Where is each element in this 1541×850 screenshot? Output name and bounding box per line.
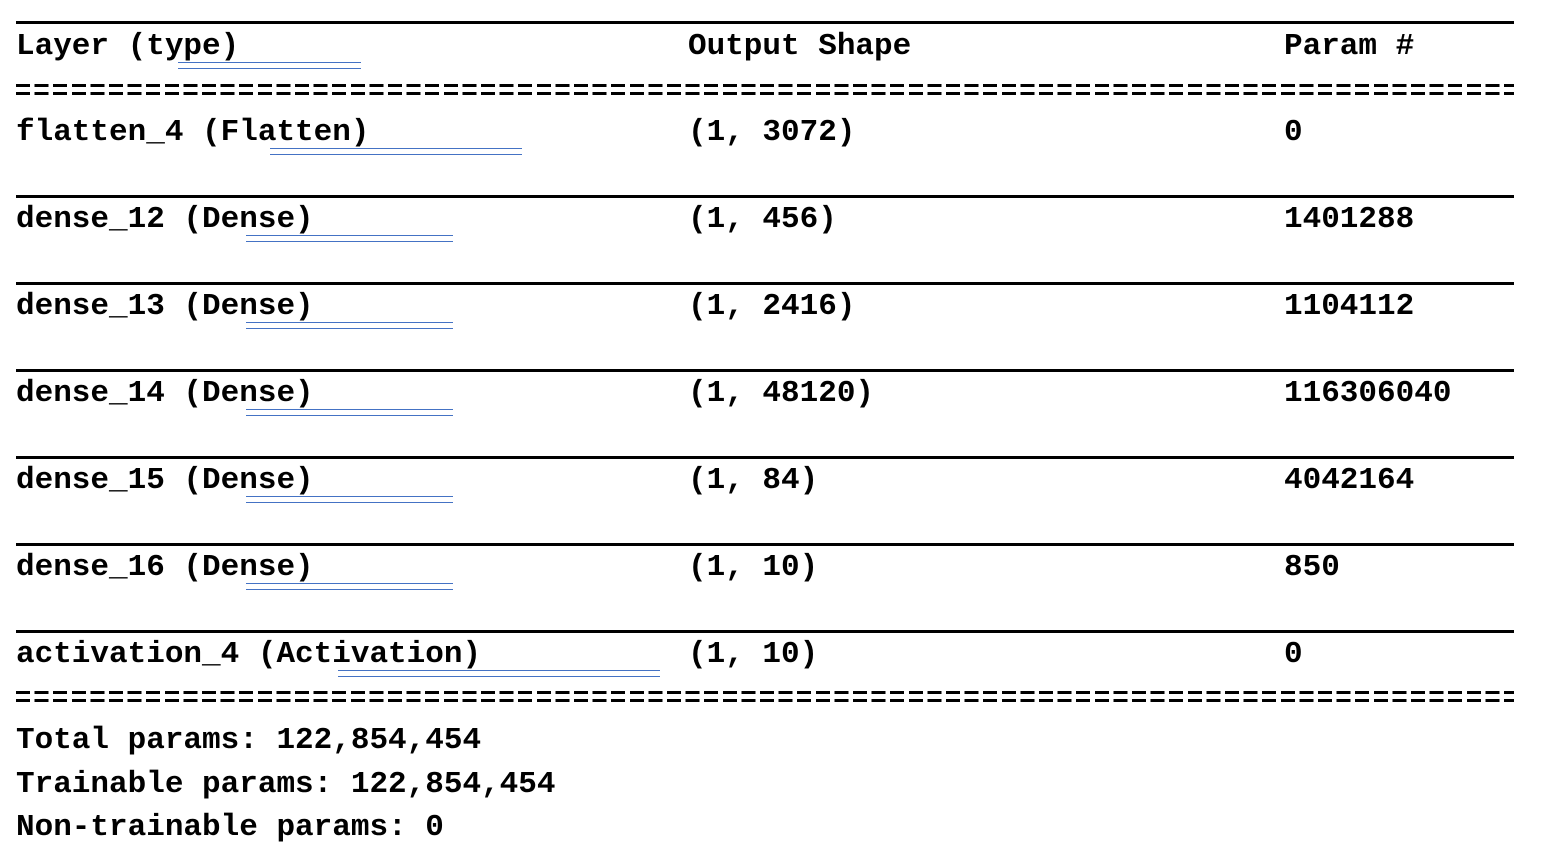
param-count: 850 bbox=[1284, 550, 1340, 585]
top-rule bbox=[16, 21, 1514, 24]
output-shape: (1, 3072) bbox=[688, 115, 856, 150]
param-count: 4042164 bbox=[1284, 463, 1415, 498]
output-shape: (1, 10) bbox=[688, 550, 819, 585]
layer-name: dense_16 (Dense) bbox=[16, 550, 314, 585]
spellcheck-underline bbox=[246, 583, 453, 590]
spellcheck-underline bbox=[246, 496, 453, 503]
param-count: 0 bbox=[1284, 115, 1303, 150]
spellcheck-underline bbox=[270, 148, 522, 155]
row-divider bbox=[16, 456, 1514, 459]
double-rule-bottom bbox=[16, 691, 1514, 694]
layer-name: dense_12 (Dense) bbox=[16, 202, 314, 237]
spellcheck-underline bbox=[246, 409, 453, 416]
output-shape: (1, 10) bbox=[688, 637, 819, 672]
spellcheck-underline bbox=[246, 235, 453, 242]
spellcheck-underline bbox=[178, 62, 361, 69]
spellcheck-underline bbox=[246, 322, 453, 329]
row-divider bbox=[16, 369, 1514, 372]
param-count: 1401288 bbox=[1284, 202, 1415, 237]
param-count: 0 bbox=[1284, 637, 1303, 672]
double-rule-top bbox=[16, 84, 1514, 87]
output-shape: (1, 84) bbox=[688, 463, 819, 498]
header-layer-type: Layer (type) bbox=[16, 29, 240, 64]
output-shape: (1, 2416) bbox=[688, 289, 856, 324]
total-params: Total params: 122,854,454 bbox=[16, 723, 482, 758]
spellcheck-underline bbox=[338, 670, 660, 677]
layer-name: dense_15 (Dense) bbox=[16, 463, 314, 498]
header-output-shape: Output Shape bbox=[688, 29, 912, 64]
row-divider bbox=[16, 543, 1514, 546]
trainable-params: Trainable params: 122,854,454 bbox=[16, 767, 556, 802]
layer-name: activation_4 (Activation) bbox=[16, 637, 482, 672]
row-divider bbox=[16, 195, 1514, 198]
model-summary: Layer (type) Output Shape Param # flatte… bbox=[16, 0, 1516, 850]
output-shape: (1, 48120) bbox=[688, 376, 875, 411]
row-divider bbox=[16, 630, 1514, 633]
layer-name: dense_13 (Dense) bbox=[16, 289, 314, 324]
layer-name: flatten_4 (Flatten) bbox=[16, 115, 370, 150]
double-rule-top-lower bbox=[16, 92, 1514, 95]
double-rule-bottom-lower bbox=[16, 699, 1514, 702]
param-count: 1104112 bbox=[1284, 289, 1415, 324]
output-shape: (1, 456) bbox=[688, 202, 837, 237]
param-count: 116306040 bbox=[1284, 376, 1452, 411]
layer-name: dense_14 (Dense) bbox=[16, 376, 314, 411]
header-param-count: Param # bbox=[1284, 29, 1415, 64]
row-divider bbox=[16, 282, 1514, 285]
non-trainable-params: Non-trainable params: 0 bbox=[16, 810, 444, 845]
